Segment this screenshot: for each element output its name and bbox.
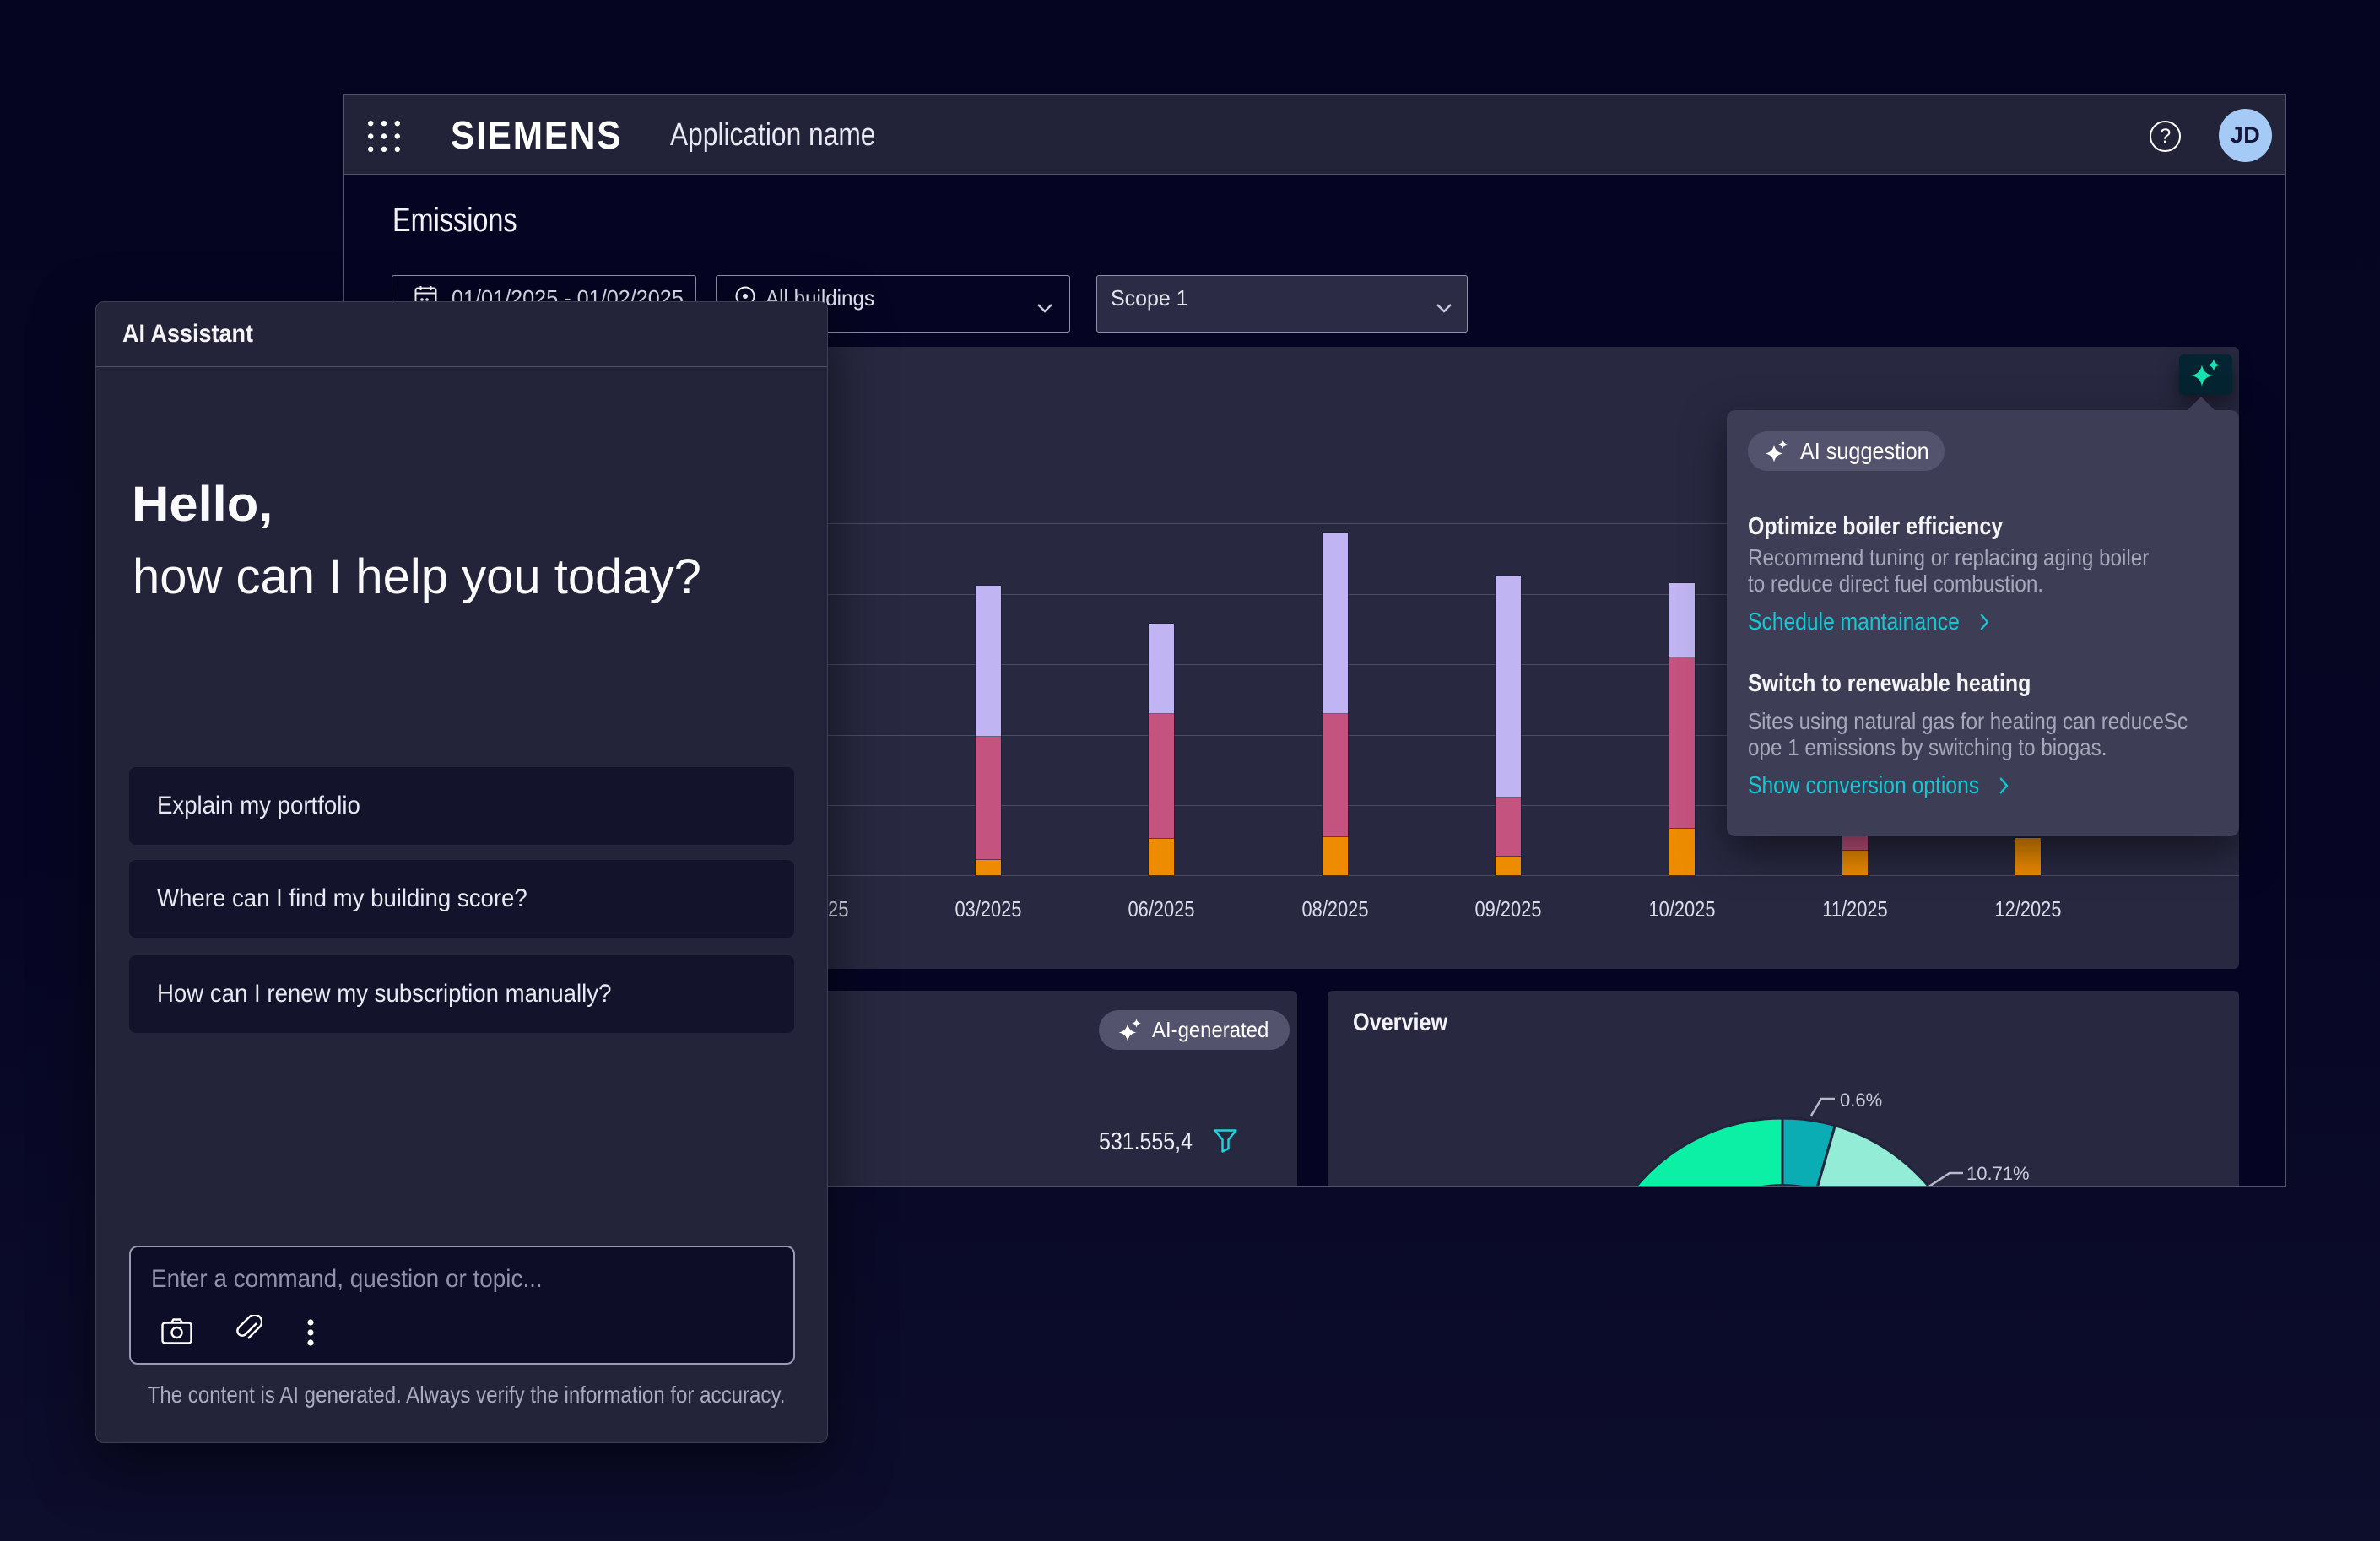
svg-text:0.6%: 0.6% <box>1840 1090 1882 1111</box>
svg-text:10.71%: 10.71% <box>1966 1163 2030 1184</box>
